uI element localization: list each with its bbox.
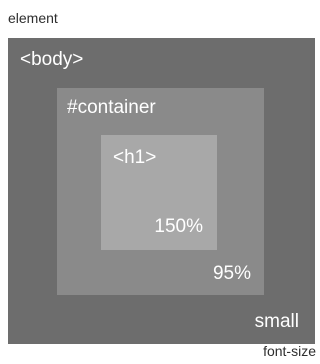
- body-font-size-label: small: [254, 311, 299, 332]
- h1-element-label: <h1>: [113, 147, 157, 168]
- h1-font-size-label: 150%: [154, 216, 203, 237]
- container-font-size-label: 95%: [212, 263, 251, 284]
- h1-box: <h1> 150%: [101, 135, 217, 250]
- body-element-label: <body>: [20, 49, 84, 70]
- container-element-label: #container: [67, 97, 156, 118]
- font-size-axis-label: font-size: [263, 343, 316, 359]
- element-axis-label: element: [8, 10, 58, 26]
